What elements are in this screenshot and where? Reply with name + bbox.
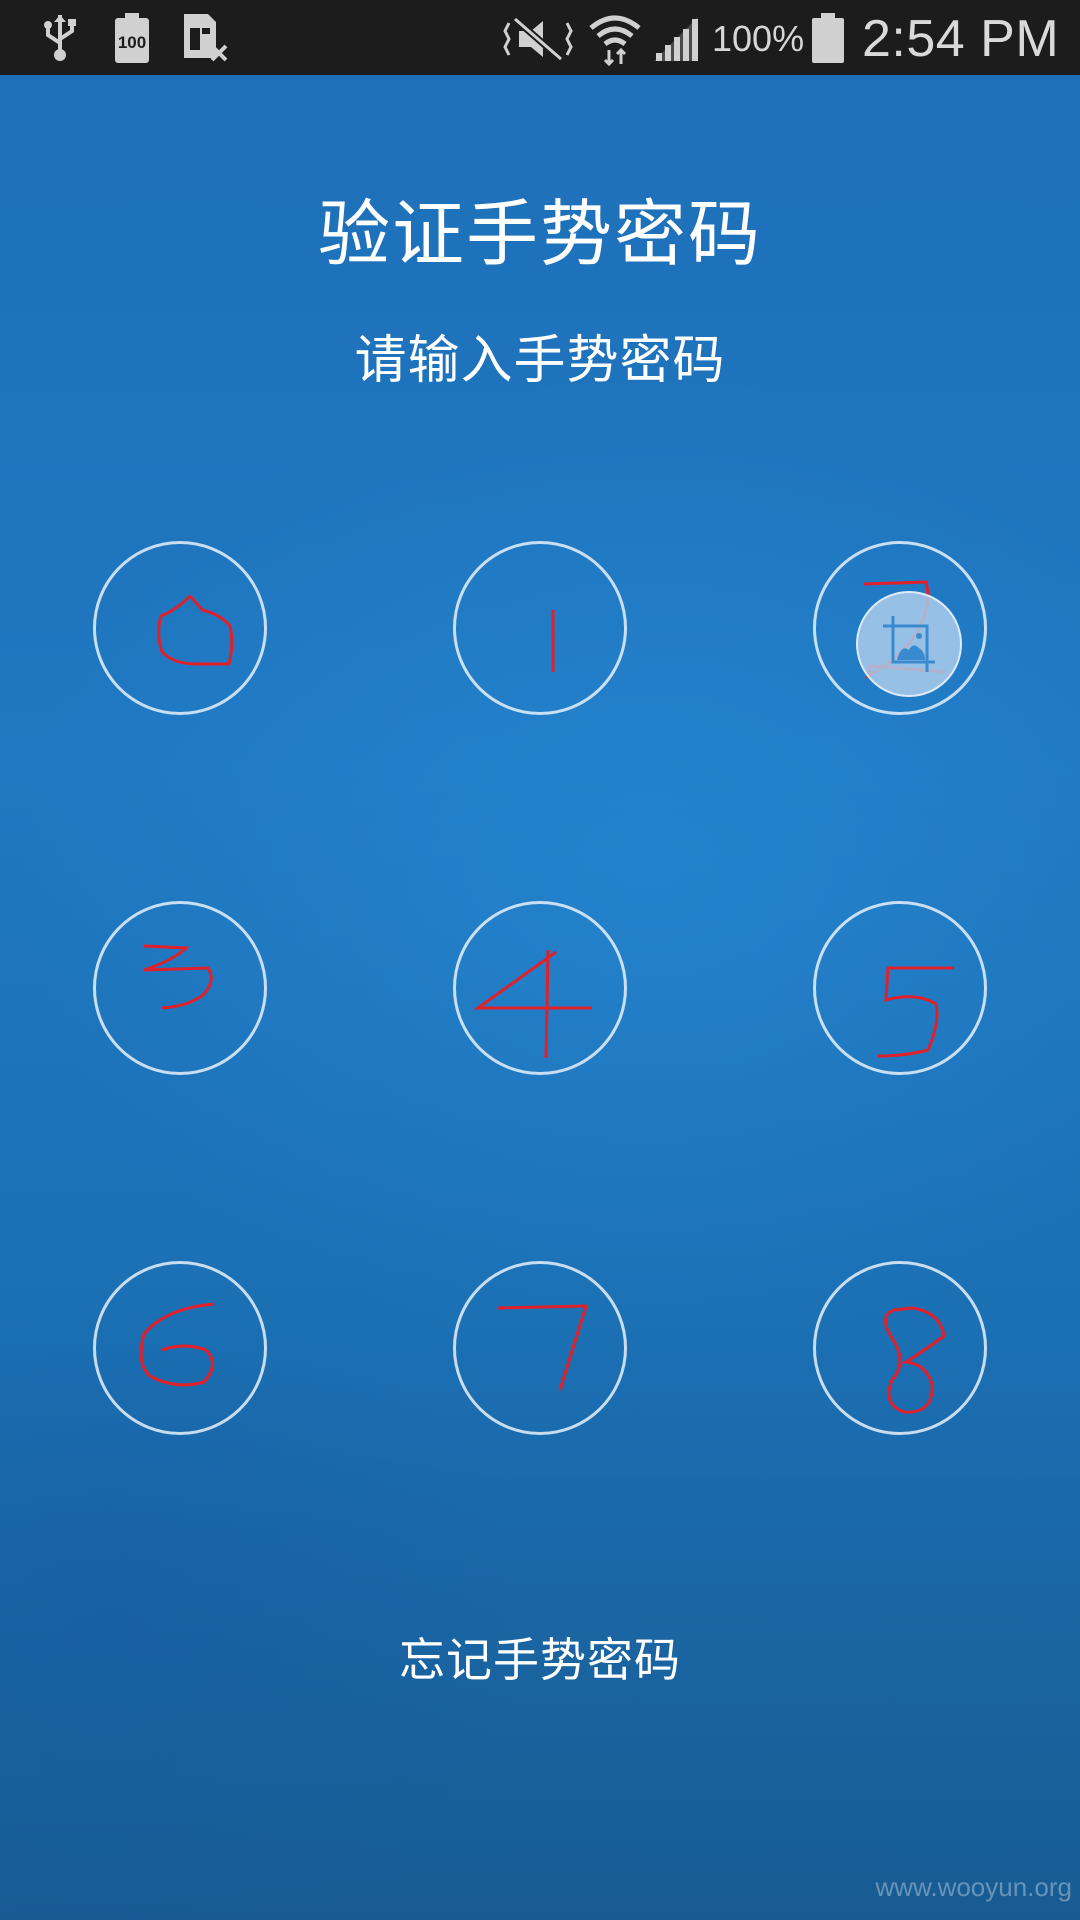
- handwritten-digit-3: [143, 944, 213, 1010]
- image-crop-icon: [883, 616, 935, 672]
- handwritten-digit-5: [877, 966, 954, 1058]
- handwritten-digit-7: [497, 1304, 589, 1391]
- pattern-node-5[interactable]: [813, 901, 987, 1075]
- handwritten-digit-1: [551, 610, 555, 672]
- pattern-node-7[interactable]: [453, 1261, 627, 1435]
- handwritten-digit-0: [157, 594, 234, 666]
- touch-indicator: [856, 591, 962, 697]
- pattern-node-1[interactable]: [453, 541, 627, 715]
- forgot-pattern-link[interactable]: 忘记手势密码: [0, 1624, 1080, 1690]
- handwritten-digit-4: [473, 949, 592, 1059]
- pattern-node-6[interactable]: [93, 1261, 267, 1435]
- handwritten-digit-6: [139, 1302, 215, 1387]
- handwritten-digit-8: [884, 1306, 946, 1414]
- pattern-node-0[interactable]: [93, 541, 267, 715]
- watermark: www.wooyun.org: [875, 1872, 1072, 1902]
- pattern-node-4[interactable]: [453, 901, 627, 1075]
- pattern-node-3[interactable]: [93, 901, 267, 1075]
- pattern-node-8[interactable]: [813, 1261, 987, 1435]
